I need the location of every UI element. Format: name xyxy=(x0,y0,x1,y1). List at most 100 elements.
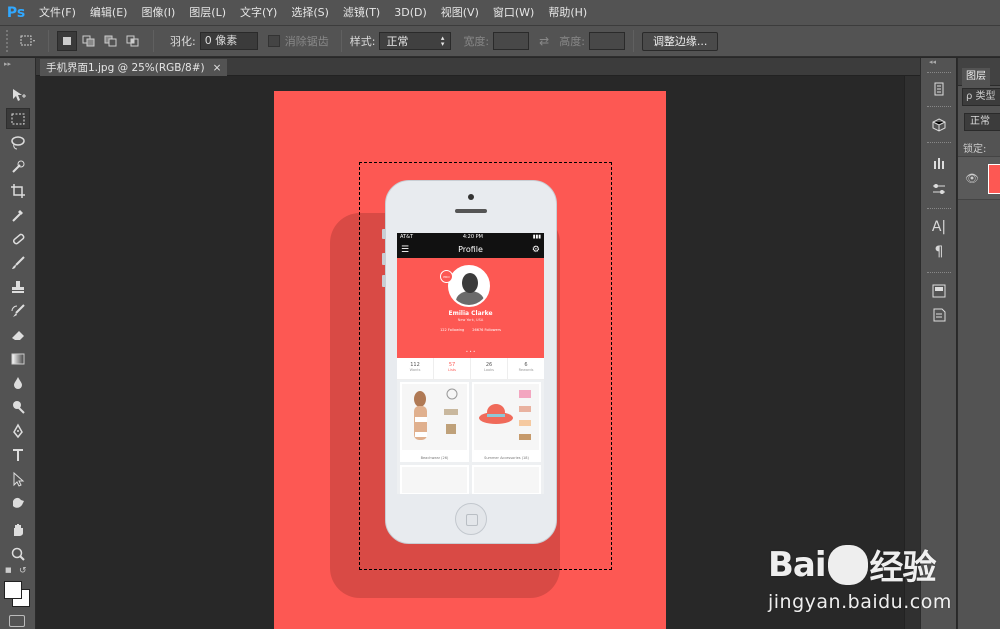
new-selection-icon xyxy=(63,37,71,45)
menu-bar: Ps 文件(F) 编辑(E) 图像(I) 图层(L) 文字(Y) 选择(S) 滤… xyxy=(0,0,1000,25)
menu-window[interactable]: 窗口(W) xyxy=(486,0,541,25)
properties-panel-icon[interactable] xyxy=(927,280,951,302)
foreground-color-swatch[interactable] xyxy=(4,581,22,599)
menu-select[interactable]: 选择(S) xyxy=(284,0,336,25)
pen-tool-icon[interactable] xyxy=(6,420,30,441)
intersect-selection-button[interactable] xyxy=(123,31,143,51)
eye-icon[interactable]: 👁 xyxy=(965,172,979,185)
refine-edge-button[interactable]: 调整边缘... xyxy=(641,31,719,51)
eraser-icon[interactable] xyxy=(6,324,30,345)
swap-icon: ⇄ xyxy=(539,34,550,48)
move-tool-icon[interactable] xyxy=(6,84,30,105)
quick-mask-icon[interactable] xyxy=(9,615,25,627)
marquee-selection xyxy=(359,162,612,570)
width-label: 宽度: xyxy=(463,35,490,48)
tools-panel: ▸▸ ■ ↺ xyxy=(0,58,36,629)
layers-panel-tabs: 图层 xyxy=(958,58,1000,86)
select-arrows-icon: ▴ ▾ xyxy=(440,34,445,48)
menu-image[interactable]: 图像(I) xyxy=(134,0,182,25)
menu-file[interactable]: 文件(F) xyxy=(32,0,83,25)
quick-select-icon[interactable] xyxy=(6,156,30,177)
menu-edit[interactable]: 编辑(E) xyxy=(83,0,135,25)
marquee-tool-icon[interactable] xyxy=(6,108,30,129)
photoshop-window: Ps 文件(F) 编辑(E) 图像(I) 图层(L) 文字(Y) 选择(S) 滤… xyxy=(0,0,1000,629)
clone-stamp-icon[interactable] xyxy=(6,276,30,297)
add-selection-button[interactable] xyxy=(79,31,99,51)
watermark-logo: Bai 经验 xyxy=(768,544,937,588)
document-canvas[interactable]: AT&T 4:20 PM ▮▮▮ ☰ Profile ⚙ PRO Emilia … xyxy=(274,91,666,629)
blend-mode-select[interactable]: 正常 xyxy=(964,113,1000,131)
hand-tool-icon[interactable] xyxy=(6,519,30,540)
options-bar: 羽化: 0 像素 消除锯齿 样式: 正常 ▴ ▾ 宽度: ⇄ 高度: 调整边缘..… xyxy=(0,25,1000,57)
crop-tool-icon[interactable] xyxy=(6,180,30,201)
collapse-toolbar-icon[interactable]: ▸▸ xyxy=(4,60,32,68)
lock-label: 锁定: xyxy=(963,144,987,155)
divider xyxy=(48,30,49,52)
style-value: 正常 xyxy=(386,35,409,48)
divider xyxy=(927,142,951,144)
close-icon[interactable]: × xyxy=(213,62,222,74)
brush-tool-icon[interactable] xyxy=(6,252,30,273)
lasso-tool-icon[interactable] xyxy=(6,132,30,153)
paragraph-panel-icon[interactable]: ¶ xyxy=(927,241,951,263)
history-panel-icon[interactable] xyxy=(927,78,951,100)
divider xyxy=(927,106,951,108)
eyedropper-icon[interactable] xyxy=(6,204,30,225)
paw-icon xyxy=(827,544,868,585)
menu-help[interactable]: 帮助(H) xyxy=(541,0,594,25)
swap-colors-icon[interactable]: ↺ xyxy=(19,566,27,576)
menu-layer[interactable]: 图层(L) xyxy=(182,0,233,25)
divider xyxy=(632,30,634,52)
height-label: 高度: xyxy=(559,35,585,48)
add-selection-icon xyxy=(82,35,95,47)
document-tab-title: 手机界面1.jpg @ 25%(RGB/8#) xyxy=(46,62,205,74)
healing-brush-icon[interactable] xyxy=(6,228,30,249)
zoom-tool-icon[interactable] xyxy=(6,543,30,564)
style-label: 样式: xyxy=(349,35,376,48)
subtract-selection-icon xyxy=(104,35,117,47)
type-tool-icon[interactable] xyxy=(6,444,30,465)
menu-3d[interactable]: 3D(D) xyxy=(387,0,434,25)
menu-view[interactable]: 视图(V) xyxy=(434,0,486,25)
menu-type[interactable]: 文字(Y) xyxy=(233,0,284,25)
options-grip[interactable] xyxy=(6,30,12,52)
adjustments-icon[interactable] xyxy=(927,178,951,200)
layer-row[interactable]: 👁 xyxy=(958,156,1000,200)
default-colors-icon[interactable]: ■ xyxy=(5,566,15,576)
divider xyxy=(340,30,342,52)
style-select[interactable]: 正常 ▴ ▾ xyxy=(379,32,452,50)
blur-icon[interactable] xyxy=(6,372,30,393)
history-brush-icon[interactable] xyxy=(6,300,30,321)
ps-logo: Ps xyxy=(6,4,26,21)
subtract-selection-button[interactable] xyxy=(101,31,121,51)
watermark-url: jingyan.baidu.com xyxy=(768,591,952,613)
layers-panel: 图层 ρ 类型 正常 锁定: 👁 xyxy=(957,58,1000,629)
layer-thumbnail xyxy=(988,164,1000,194)
document-tab[interactable]: 手机界面1.jpg @ 25%(RGB/8#) × xyxy=(40,59,228,76)
intersect-selection-icon xyxy=(126,35,139,47)
menu-filter[interactable]: 滤镜(T) xyxy=(336,0,387,25)
feather-input[interactable]: 0 像素 xyxy=(199,32,258,50)
antialias-label: 消除锯齿 xyxy=(284,35,329,48)
character-panel-icon[interactable]: A| xyxy=(927,216,951,238)
gradient-icon[interactable] xyxy=(6,348,30,369)
tab-layers[interactable]: 图层 xyxy=(962,68,990,86)
layer-filter-input[interactable]: ρ 类型 xyxy=(962,88,1000,106)
antialias-checkbox[interactable] xyxy=(267,35,280,47)
collapse-panels-icon[interactable]: ◂◂ xyxy=(929,58,936,66)
dodge-icon[interactable] xyxy=(6,396,30,417)
height-input xyxy=(588,32,625,50)
tool-preset-picker[interactable] xyxy=(18,31,38,51)
notes-panel-icon[interactable] xyxy=(927,304,951,326)
marquee-preset-icon xyxy=(20,35,35,46)
shape-tool-icon[interactable] xyxy=(6,492,30,513)
path-select-icon[interactable] xyxy=(6,468,30,489)
baidu-jingyan-watermark: Bai 经验 jingyan.baidu.com xyxy=(768,540,952,613)
divider xyxy=(927,272,951,274)
3d-panel-icon[interactable] xyxy=(927,114,951,136)
new-selection-button[interactable] xyxy=(57,31,77,51)
divider xyxy=(927,72,951,74)
width-input xyxy=(493,32,530,50)
brush-presets-icon[interactable] xyxy=(927,152,951,174)
divider xyxy=(927,208,951,210)
